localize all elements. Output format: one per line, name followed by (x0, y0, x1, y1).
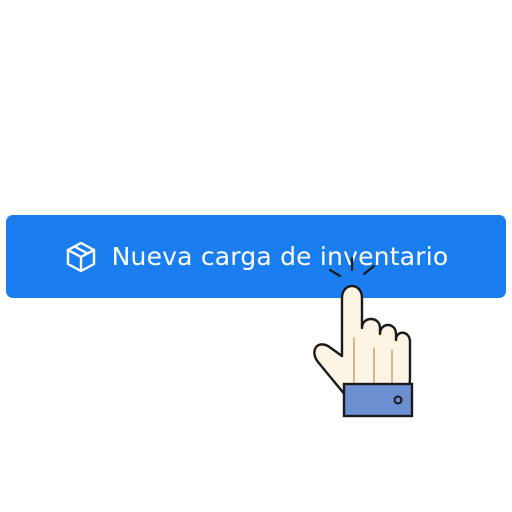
box-icon (64, 240, 98, 274)
click-rays (328, 256, 376, 278)
hand-pointer-icon (313, 256, 414, 418)
stage: Nueva carga de inventario (0, 0, 512, 512)
new-inventory-load-button[interactable]: Nueva carga de inventario (6, 215, 506, 298)
